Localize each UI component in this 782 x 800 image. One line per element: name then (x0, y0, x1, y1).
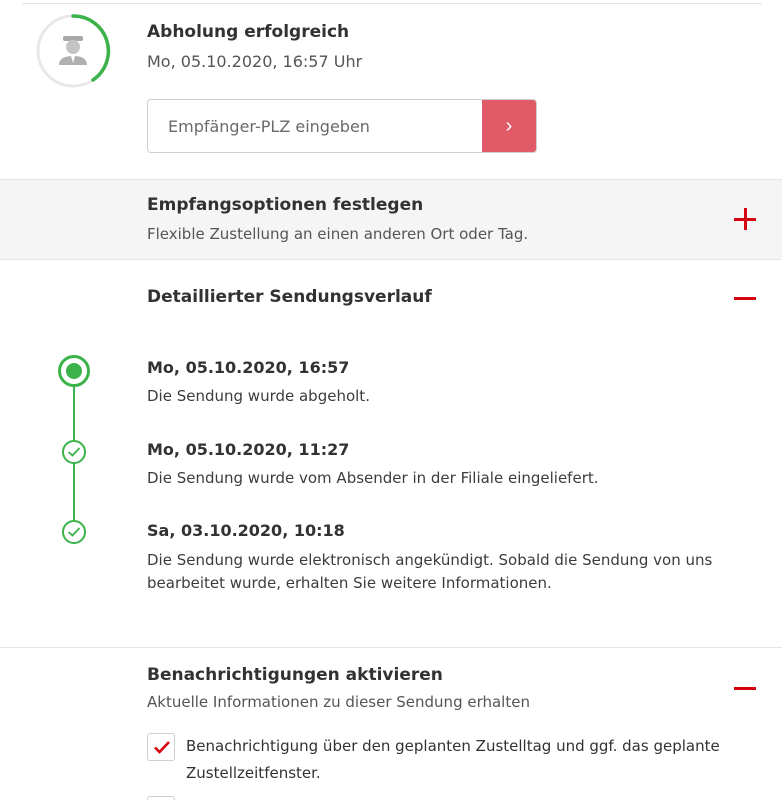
benachrichtigungen-title[interactable]: Benachrichtigungen aktivieren (147, 665, 443, 685)
chevron-right-icon: › (505, 114, 513, 137)
plus-icon[interactable] (734, 208, 756, 230)
notification-checkbox[interactable] (147, 733, 175, 761)
notification-checkbox-label[interactable]: Benachrichtigung über den geplanten Zust… (186, 733, 761, 787)
plz-input[interactable] (148, 100, 483, 152)
checkmark-icon (154, 741, 170, 754)
status-title: Abholung erfolgreich (147, 22, 350, 42)
plz-submit-button[interactable]: › (482, 100, 536, 152)
section-divider (0, 647, 782, 648)
empfangsoptionen-title: Empfangsoptionen festlegen (147, 195, 424, 215)
minus-icon[interactable] (734, 297, 756, 300)
plz-form: › (147, 99, 537, 153)
event-date: Sa, 03.10.2020, 10:18 (147, 521, 345, 540)
timeline-check-icon (62, 520, 86, 544)
event-text: Die Sendung wurde elektronisch angekündi… (147, 551, 713, 592)
status-progress-ring (35, 13, 111, 89)
top-divider (22, 3, 762, 4)
timeline-check-icon (62, 440, 86, 464)
timeline-active-dot-icon (58, 355, 90, 387)
event-text: Die Sendung wurde vom Absender in der Fi… (147, 469, 599, 487)
benachrichtigungen-subtitle: Aktuelle Informationen zu dieser Sendung… (147, 693, 530, 711)
empfangsoptionen-section[interactable]: Empfangsoptionen festlegen Flexible Zust… (0, 179, 782, 260)
sendungsverlauf-title[interactable]: Detaillierter Sendungsverlauf (147, 287, 432, 307)
event-text: Die Sendung wurde abgeholt. (147, 387, 370, 405)
status-date: Mo, 05.10.2020, 16:57 Uhr (147, 52, 363, 71)
courier-avatar-icon (59, 36, 87, 65)
event-date: Mo, 05.10.2020, 11:27 (147, 440, 350, 459)
notification-checkbox[interactable] (147, 796, 175, 800)
event-date: Mo, 05.10.2020, 16:57 (147, 358, 350, 377)
empfangsoptionen-subtitle: Flexible Zustellung an einen anderen Ort… (147, 225, 529, 243)
minus-icon[interactable] (734, 687, 756, 690)
